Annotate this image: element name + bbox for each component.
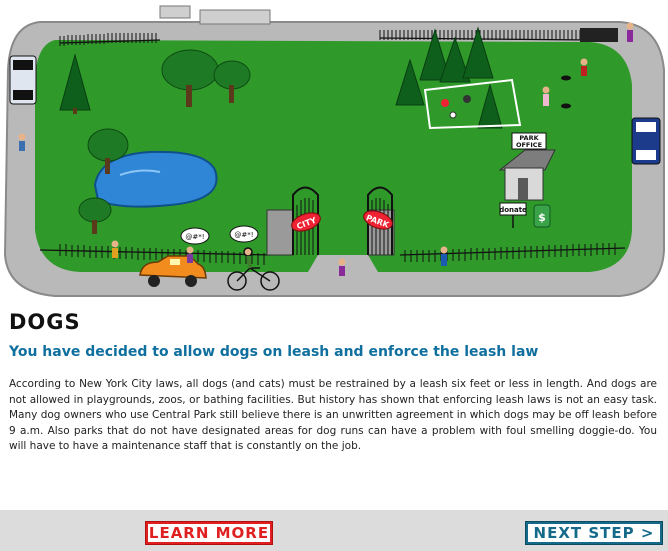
speech-bubble-2: @#*! — [229, 225, 259, 243]
learn-more-button[interactable]: LEARN MORE — [146, 522, 272, 544]
bus-left — [9, 55, 37, 105]
park-scene: PARK OFFICE donate $ CITY PARK @#*! @#*! — [0, 0, 668, 302]
section-heading: DOGS — [9, 310, 81, 334]
speech-bubble-1: @#*! — [180, 227, 210, 245]
footer-bar: LEARN MORE NEXT STEP > — [0, 510, 668, 551]
park-illustration: PARK OFFICE donate $ CITY PARK @#*! @#*! — [0, 0, 668, 302]
decision-subheading: You have decided to allow dogs on leash … — [9, 344, 539, 360]
description-text: According to New York City laws, all dog… — [9, 378, 657, 452]
bus-right — [631, 117, 661, 165]
truck-top-right — [580, 28, 618, 42]
next-step-button[interactable]: NEXT STEP > — [526, 522, 662, 544]
office-sign-line2: OFFICE — [516, 141, 542, 149]
donate-label: donate — [499, 206, 527, 214]
svg-text:@#*!: @#*! — [185, 233, 204, 241]
svg-text:@#*!: @#*! — [234, 231, 253, 239]
donate-box-symbol: $ — [538, 211, 546, 224]
content-panel: DOGS You have decided to allow dogs on l… — [0, 302, 668, 510]
